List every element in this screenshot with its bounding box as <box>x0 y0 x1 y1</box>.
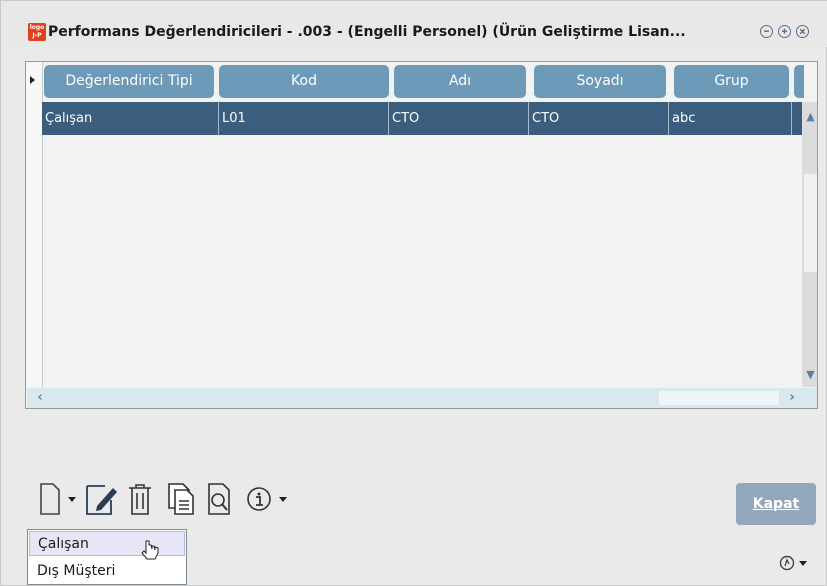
maximize-icon[interactable] <box>778 25 791 38</box>
mouse-cursor-icon <box>141 540 159 560</box>
performance-evaluators-window: logo J-P Performans Değerlendiricileri - … <box>0 0 827 586</box>
new-record-dropdown-menu: Çalışan Dış Müşteri <box>27 529 187 585</box>
evaluators-grid[interactable]: Değerlendirici Tipi Kod Adı Soyadı Grup … <box>25 61 818 409</box>
cell-code[interactable]: L01 <box>219 102 389 135</box>
vertical-scrollbar[interactable]: ▲ ▼ <box>802 102 817 387</box>
new-dropdown-arrow-icon[interactable] <box>66 496 78 530</box>
menu-item-external-customer[interactable]: Dış Müşteri <box>29 559 185 584</box>
cell-group[interactable]: abc <box>669 102 792 135</box>
column-header-name[interactable]: Adı <box>394 65 526 98</box>
cell-name[interactable]: CTO <box>389 102 529 135</box>
vertical-scroll-thumb[interactable] <box>804 174 817 272</box>
edit-icon[interactable] <box>85 482 119 516</box>
scroll-left-icon[interactable]: ‹ <box>31 388 49 408</box>
minimize-icon[interactable] <box>760 25 773 38</box>
horizontal-scroll-track[interactable] <box>659 391 779 405</box>
close-window-icon[interactable] <box>796 25 809 38</box>
column-header-surname[interactable]: Soyadı <box>534 65 666 98</box>
copy-icon[interactable] <box>167 482 195 516</box>
cell-surname[interactable]: CTO <box>529 102 669 135</box>
window-title: Performans Değerlendiricileri - .003 - (… <box>48 24 686 40</box>
app-logo-icon: logo J-P <box>28 23 46 41</box>
grid-empty-area <box>43 136 801 387</box>
delete-icon[interactable] <box>127 482 153 516</box>
scroll-down-icon[interactable]: ▼ <box>804 366 817 384</box>
info-dropdown-arrow-icon[interactable] <box>277 496 289 530</box>
horizontal-scrollbar[interactable]: ‹ › <box>27 388 817 408</box>
table-row[interactable]: Çalışan L01 CTO CTO abc <box>42 102 802 135</box>
column-header-more[interactable] <box>794 65 804 98</box>
close-button[interactable]: Kapat <box>736 483 816 525</box>
info-icon[interactable] <box>246 486 272 520</box>
row-indicator-arrow-icon <box>30 76 35 84</box>
column-header-code[interactable]: Kod <box>219 65 389 98</box>
grid-header: Değerlendirici Tipi Kod Adı Soyadı Grup <box>44 65 804 98</box>
help-icon[interactable] <box>779 554 811 572</box>
scroll-right-icon[interactable]: › <box>783 388 801 408</box>
column-header-group[interactable]: Grup <box>674 65 789 98</box>
menu-item-employee[interactable]: Çalışan <box>29 531 185 556</box>
column-header-evaluator-type[interactable]: Değerlendirici Tipi <box>44 65 214 98</box>
new-document-icon[interactable] <box>39 482 61 516</box>
row-indicator-column <box>26 62 43 387</box>
scroll-up-icon[interactable]: ▲ <box>804 108 817 126</box>
preview-icon[interactable] <box>207 482 233 516</box>
cell-extra[interactable] <box>792 102 802 135</box>
cell-evaluator-type[interactable]: Çalışan <box>42 102 219 135</box>
title-bar: logo J-P Performans Değerlendiricileri - … <box>1 1 827 47</box>
